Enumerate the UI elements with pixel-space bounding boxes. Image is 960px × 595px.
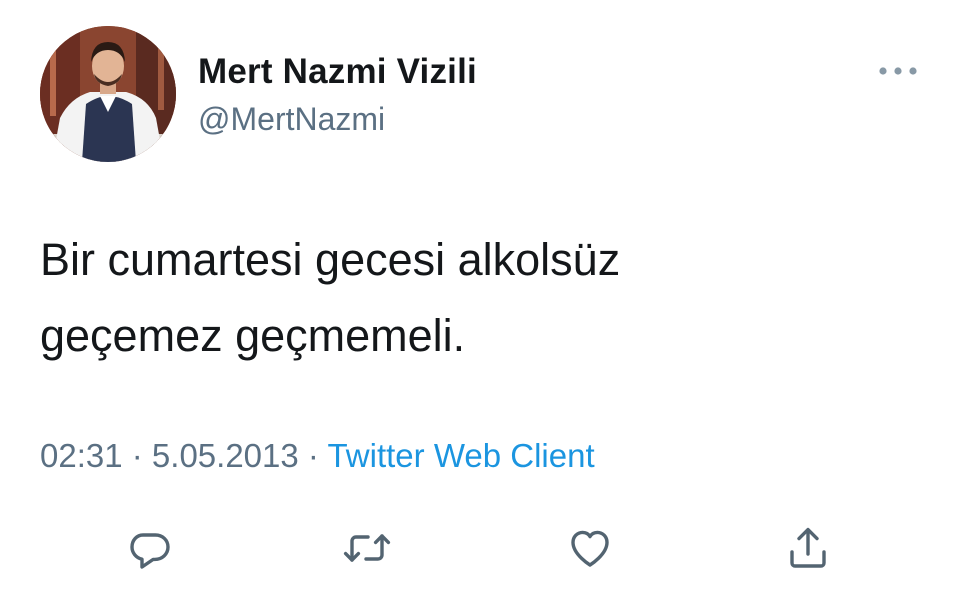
retweet-button[interactable]: [341, 522, 393, 574]
share-icon: [790, 527, 826, 568]
heart-icon: [571, 530, 609, 567]
meta-separator: ·: [298, 437, 328, 474]
tweet-source-link[interactable]: Twitter Web Client: [327, 437, 594, 474]
tweet-actions: [0, 522, 960, 574]
like-button[interactable]: [564, 522, 616, 574]
more-horizontal-icon: [879, 67, 917, 75]
avatar-photo-icon: [40, 26, 176, 162]
author-avatar[interactable]: [40, 26, 176, 162]
author-handle[interactable]: @MertNazmi: [198, 101, 385, 138]
author-display-name[interactable]: Mert Nazmi Vizili: [198, 52, 477, 92]
meta-separator: ·: [122, 437, 152, 474]
tweet-card: Mert Nazmi Vizili @MertNazmi Bir cumarte…: [0, 0, 960, 595]
tweet-date[interactable]: 5.05.2013: [152, 437, 299, 474]
reply-button[interactable]: [124, 522, 176, 574]
share-button[interactable]: [782, 522, 834, 574]
tweet-meta: 02:31 · 5.05.2013 · Twitter Web Client: [40, 437, 595, 475]
tweet-text: Bir cumartesi gecesi alkolsüz geçemez ge…: [40, 234, 621, 361]
retweet-icon: [343, 534, 391, 562]
more-options-button[interactable]: [874, 56, 922, 86]
reply-icon: [130, 533, 170, 569]
tweet-time[interactable]: 02:31: [40, 437, 123, 474]
